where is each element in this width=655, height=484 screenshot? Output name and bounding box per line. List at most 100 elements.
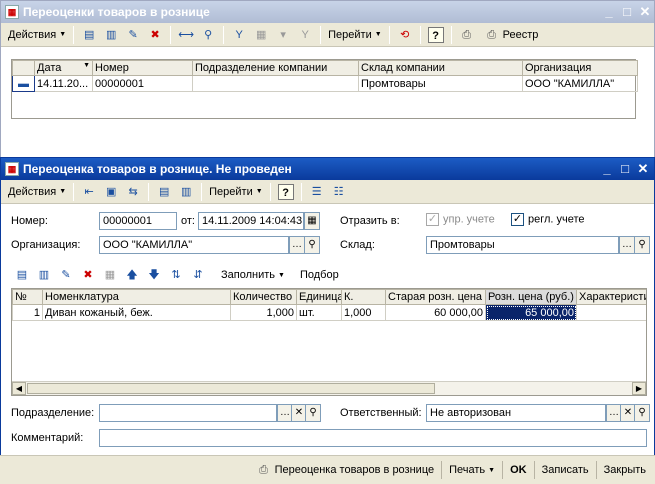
registry-button[interactable]: ⎙ Реестр <box>478 25 542 45</box>
number-field[interactable]: 00000001 <box>99 212 177 230</box>
goto-menu[interactable]: Перейти ▼ <box>325 25 385 45</box>
filter-value-icon[interactable]: ▦ <box>253 27 269 43</box>
close-icon[interactable]: ✕ <box>635 161 651 177</box>
swap-icon[interactable]: ⇆ <box>125 184 141 200</box>
column-header-characteristic[interactable]: Характеристи <box>576 289 646 305</box>
management-checkbox[interactable]: ✓ упр. учете <box>426 213 495 226</box>
column-header-division[interactable]: Подразделение компании <box>192 60 359 76</box>
search-icon[interactable]: ⚲ <box>304 236 320 254</box>
document-icon: ▦ <box>5 5 19 19</box>
print-form-button[interactable]: ⎙ Переоценка товаров в рознице <box>248 459 440 481</box>
list-window-title: Переоценки товаров в рознице <box>23 5 210 19</box>
column-header-new-price[interactable]: Розн. цена (руб.) <box>485 289 577 305</box>
column-header-date[interactable]: Дата ▼ <box>34 60 93 76</box>
column-header-k[interactable]: К. <box>341 289 386 305</box>
move-down-icon[interactable]: 🡇 <box>146 267 162 283</box>
cell-characteristic <box>576 304 646 321</box>
scroll-thumb[interactable] <box>27 383 435 394</box>
search-icon[interactable]: ⚲ <box>305 404 321 422</box>
filter-clear-icon[interactable]: Y <box>297 27 313 43</box>
copy-row-icon[interactable]: ▥ <box>36 267 52 283</box>
scroll-right-icon[interactable]: ▶ <box>632 382 646 395</box>
close-button[interactable]: Закрыть <box>599 459 651 481</box>
select-button[interactable]: … <box>619 236 635 254</box>
organization-label: Организация: <box>11 239 81 251</box>
list-window-titlebar[interactable]: ▦ Переоценки товаров в рознице _ □ ✕ <box>1 1 654 23</box>
responsible-field[interactable]: Не авторизован <box>426 404 606 422</box>
settings-list-icon[interactable]: ☷ <box>331 184 347 200</box>
list-toolbar: Действия ▼ ▤ ▥ ✎ ✖ ⟷ ⚲ Y ▦ ▾ Y Перейти ▼ ⟲… <box>1 23 654 47</box>
responsible-label: Ответственный: <box>340 407 422 419</box>
reflect-label: Отразить в: <box>340 215 400 227</box>
table-row[interactable]: 1 Диван кожаный, беж. 1,000 шт. 1,000 60… <box>12 304 646 321</box>
structure-icon[interactable]: ▣ <box>103 184 119 200</box>
accounting-checkbox[interactable]: ✓ регл. учете <box>511 213 585 226</box>
post-icon[interactable]: ▤ <box>156 184 172 200</box>
sort-asc-icon[interactable]: ⇅ <box>168 267 184 283</box>
find-icon[interactable]: ⚲ <box>200 27 216 43</box>
warehouse-field[interactable]: Промтовары <box>426 236 619 254</box>
comment-field[interactable] <box>99 429 647 447</box>
maximize-icon[interactable]: □ <box>619 4 635 20</box>
edit-row-icon[interactable]: ✎ <box>58 267 74 283</box>
column-header[interactable] <box>12 60 35 76</box>
edit-icon[interactable]: ✎ <box>125 27 141 43</box>
calendar-icon[interactable]: ▦ <box>304 212 320 230</box>
sort-desc-icon[interactable]: ⇵ <box>190 267 206 283</box>
document-window-titlebar[interactable]: ▦ Переоценка товаров в рознице. Не прове… <box>1 158 654 180</box>
division-field[interactable] <box>99 404 277 422</box>
add-icon[interactable]: ▤ <box>81 27 97 43</box>
cell-item: Диван кожаный, беж. <box>42 304 231 321</box>
printer-icon[interactable]: ⎙ <box>459 27 475 43</box>
filter-list-icon[interactable]: ▾ <box>275 27 291 43</box>
actions-menu[interactable]: Действия ▼ <box>5 182 69 202</box>
table-row[interactable]: ▬ 14.11.20... 00000001 Промтовары ООО "К… <box>12 75 638 92</box>
end-edit-icon[interactable]: ▦ <box>102 267 118 283</box>
delete-icon[interactable]: ✖ <box>147 27 163 43</box>
ok-button[interactable]: OK <box>505 459 532 481</box>
horizontal-scrollbar[interactable]: ◀ ▶ <box>12 381 646 395</box>
printer-icon: ⎙ <box>487 28 497 41</box>
close-icon[interactable]: ✕ <box>637 4 653 20</box>
date-field[interactable]: 14.11.2009 14:04:43 <box>198 212 304 230</box>
minimize-icon[interactable]: _ <box>599 161 615 177</box>
document-window-title: Переоценка товаров в рознице. Не проведе… <box>23 162 292 176</box>
move-up-icon[interactable]: 🡅 <box>124 267 140 283</box>
filter-icon[interactable]: Y <box>231 27 247 43</box>
delete-row-icon[interactable]: ✖ <box>80 267 96 283</box>
search-icon[interactable]: ⚲ <box>634 404 650 422</box>
column-header-organization[interactable]: Организация <box>522 60 638 76</box>
column-header-warehouse[interactable]: Склад компании <box>358 60 523 76</box>
pick-button[interactable]: Подбор <box>297 265 342 285</box>
column-header-item[interactable]: Номенклатура <box>42 289 231 305</box>
fill-menu[interactable]: Заполнить ▼ <box>218 265 288 285</box>
actions-menu[interactable]: Действия ▼ <box>5 25 69 45</box>
maximize-icon[interactable]: □ <box>617 161 633 177</box>
scroll-left-icon[interactable]: ◀ <box>12 382 26 395</box>
column-header-number[interactable]: Номер <box>92 60 193 76</box>
print-menu[interactable]: Печать ▼ <box>444 459 500 481</box>
unpost-icon[interactable]: ▥ <box>178 184 194 200</box>
add-row-icon[interactable]: ▤ <box>14 267 30 283</box>
document-window: ▦ Переоценка товаров в рознице. Не прове… <box>0 157 655 484</box>
column-header-qty[interactable]: Количество <box>230 289 297 305</box>
minimize-icon[interactable]: _ <box>601 4 617 20</box>
column-header-n[interactable]: № <box>12 289 43 305</box>
column-header-old-price[interactable]: Старая розн. цена <box>385 289 486 305</box>
select-button[interactable]: … <box>289 236 305 254</box>
cell-new-price[interactable]: 65 000,00 <box>485 304 577 321</box>
help-icon[interactable]: ? <box>427 26 444 43</box>
column-header-unit[interactable]: Единица <box>296 289 342 305</box>
list-view-icon[interactable]: ☰ <box>309 184 325 200</box>
checkbox-icon: ✓ <box>511 213 524 226</box>
help-icon[interactable]: ? <box>277 183 294 200</box>
refresh-icon[interactable]: ⟲ <box>397 27 413 43</box>
organization-field[interactable]: ООО "КАМИЛЛА" <box>99 236 289 254</box>
back-icon[interactable]: ⇤ <box>81 184 97 200</box>
save-button[interactable]: Записать <box>537 459 594 481</box>
goto-menu[interactable]: Перейти ▼ <box>206 182 266 202</box>
search-icon[interactable]: ⚲ <box>634 236 650 254</box>
copy-icon[interactable]: ▥ <box>103 27 119 43</box>
list-grid: Дата ▼ Номер Подразделение компании Склад… <box>11 59 638 119</box>
exchange-icon[interactable]: ⟷ <box>178 27 194 43</box>
